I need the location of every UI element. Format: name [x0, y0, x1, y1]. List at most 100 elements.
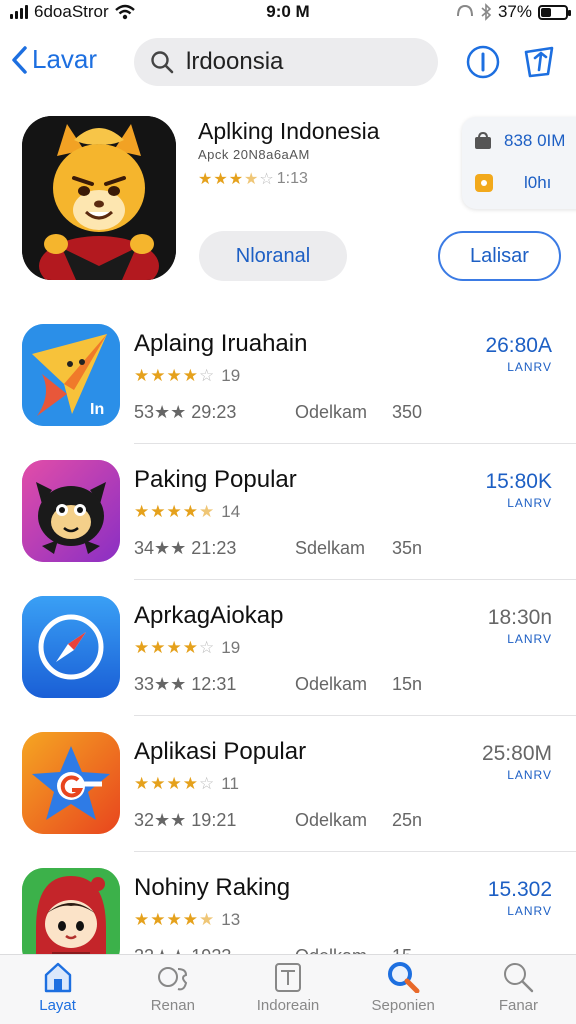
app-developer: Odelkam	[295, 674, 368, 694]
app-rating-count: 19	[221, 638, 241, 657]
app-downloads: 53★★ 29:23	[134, 402, 237, 422]
divider	[134, 579, 576, 580]
star-icon: ★	[150, 638, 167, 657]
app-name[interactable]: AprkagAiokap	[134, 602, 283, 630]
back-button[interactable]: Lavar	[10, 44, 97, 75]
app-extra: 35n	[392, 538, 423, 558]
compass-icon	[22, 596, 120, 698]
side-card[interactable]: 838 0IM l0hı	[462, 117, 576, 209]
search-active-icon	[388, 962, 420, 993]
app-size: 18:30n	[487, 606, 552, 629]
nav-bar: Lavar	[0, 36, 576, 88]
star-icon: ★	[182, 910, 199, 929]
featured-rating-count: 1:13	[276, 170, 308, 187]
app-meta: 32★★ 19:21 Odelkam 25n	[134, 810, 422, 831]
tab-fanar[interactable]: Fanar	[461, 955, 576, 1024]
tab-seponien[interactable]: Seponien	[346, 955, 461, 1024]
star-icon: ★	[182, 366, 199, 385]
side-card-row-second: l0hı	[474, 173, 551, 193]
list-item[interactable]: Aplikasi Popular ★★★★☆ 11 32★★ 19:21 Ode…	[0, 718, 576, 852]
star-icon: ★	[182, 638, 199, 657]
side-card-second: l0hı	[524, 173, 552, 192]
star-icon: ★	[182, 502, 199, 521]
app-name[interactable]: Nohiny Raking	[134, 874, 290, 902]
open-button[interactable]: Nloranal	[199, 231, 347, 281]
search-bar[interactable]	[134, 38, 438, 86]
tab-renan[interactable]: Renan	[115, 955, 230, 1024]
app-rating-count: 19	[221, 366, 241, 385]
star-icon: ★	[199, 910, 216, 929]
battery-icon	[538, 4, 571, 20]
back-label: Lavar	[32, 44, 98, 74]
star-icon: ★	[150, 502, 167, 521]
paper-plane-icon: In	[22, 324, 120, 426]
tab-layat[interactable]: Layat	[0, 955, 115, 1024]
app-extra: 15n	[392, 674, 423, 694]
star-rating-icon: ★★★★☆	[198, 169, 275, 189]
app-rating: ★★★★★ 14	[134, 502, 240, 522]
secondary-button[interactable]: Lalisar	[438, 231, 561, 281]
status-bar: 6doaStror 9:0 M 37%	[0, 0, 576, 26]
star-icon: ★	[198, 171, 214, 188]
app-size-sub: LANRV	[507, 768, 552, 782]
featured-title[interactable]: Aplking Indonesia	[198, 118, 380, 145]
home-icon	[44, 962, 71, 993]
app-extra: 25n	[392, 810, 423, 830]
app-name[interactable]: Paking Popular	[134, 466, 297, 494]
star-icon: ★	[244, 171, 260, 188]
list-item[interactable]: In Aplaing Iruahain ★★★★☆ 19 53★★ 29:23 …	[0, 310, 576, 444]
battery-percent: 37%	[497, 2, 532, 21]
star-rating-icon: ★★★★☆	[134, 774, 215, 794]
star-icon: ★	[166, 502, 183, 521]
app-meta: 33★★ 12:31 Odelkam 15n	[134, 674, 422, 695]
app-developer: Odelkam	[295, 402, 368, 422]
star-icon: ★	[134, 910, 151, 929]
app-downloads: 32★★ 19:21	[134, 810, 237, 830]
star-icon: ★	[228, 171, 245, 188]
people-icon	[157, 967, 187, 991]
star-rating-icon: ★★★★★	[134, 910, 215, 930]
side-card-row-size: 838 0IM	[474, 131, 565, 151]
app-developer: Sdelkam	[295, 538, 366, 558]
star-rating-icon: ★★★★☆	[134, 638, 215, 658]
tab-bar: Layat Renan Indoreain Seponien Fanar	[0, 954, 576, 1024]
bag-icon	[475, 132, 491, 149]
app-developer: Odelkam	[295, 810, 368, 830]
tab-label: Seponien	[371, 997, 435, 1014]
star-icon: ☆	[199, 638, 216, 657]
star-icon: ★	[150, 910, 167, 929]
app-rating: ★★★★☆ 19	[134, 366, 240, 386]
panda-icon	[22, 460, 120, 562]
list-item[interactable]: AprkagAiokap ★★★★☆ 19 33★★ 12:31 Odelkam…	[0, 582, 576, 716]
star-icon: ★	[166, 366, 183, 385]
app-meta: 53★★ 29:23 Odelkam 350	[134, 402, 422, 423]
app-size-sub: LANRV	[507, 904, 552, 918]
share-icon[interactable]	[521, 44, 557, 80]
star-icon: ☆	[199, 366, 216, 385]
headphones-icon	[456, 4, 473, 17]
star-icon: ★	[150, 774, 167, 793]
bluetooth-icon	[481, 3, 492, 21]
list-item[interactable]: Paking Popular ★★★★★ 14 34★★ 21:23 Sdelk…	[0, 446, 576, 580]
app-size: 25:80M	[481, 742, 552, 765]
featured-app-icon[interactable]	[22, 116, 176, 280]
battery-fill	[541, 7, 551, 17]
search-icon	[504, 963, 534, 993]
app-name[interactable]: Aplikasi Popular	[134, 738, 306, 766]
side-card-size: 838 0IM	[504, 131, 566, 150]
info-icon[interactable]	[465, 44, 501, 80]
star-g-icon	[22, 732, 120, 834]
tab-label: Renan	[150, 997, 195, 1014]
tab-indoreain[interactable]: Indoreain	[230, 955, 345, 1024]
app-size-sub: LANRV	[507, 632, 552, 646]
star-icon: ★	[134, 774, 151, 793]
svg-text:In: In	[90, 401, 104, 418]
star-rating-icon: ★★★★★	[134, 502, 215, 522]
app-rating-count: 14	[221, 502, 241, 521]
search-input[interactable]	[186, 48, 406, 76]
featured-subtitle: Apck 20N8a6aAM	[198, 147, 310, 162]
app-name[interactable]: Aplaing Iruahain	[134, 330, 307, 358]
star-icon: ★	[134, 366, 151, 385]
app-size-sub: LANRV	[507, 496, 552, 510]
star-icon: ★	[166, 774, 183, 793]
